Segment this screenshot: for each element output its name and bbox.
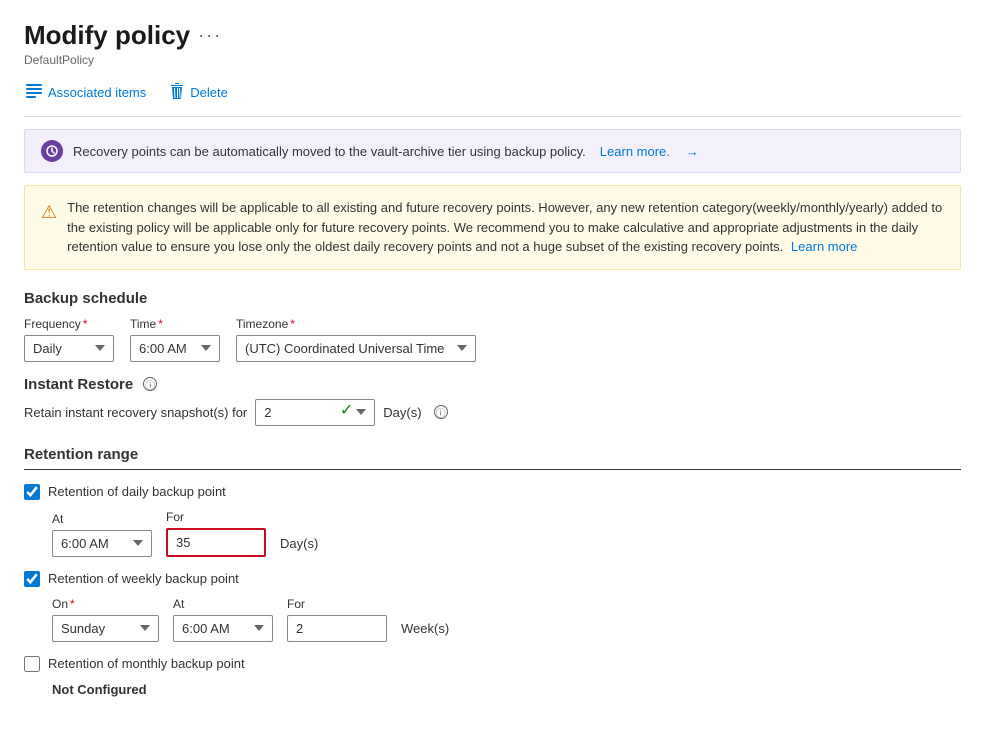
- associated-items-label: Associated items: [48, 85, 146, 100]
- weekly-on-select[interactable]: Sunday Monday Tuesday Wednesday Thursday…: [52, 615, 159, 642]
- weekly-checkbox[interactable]: [24, 571, 40, 587]
- warning-learn-more-link[interactable]: Learn more: [791, 239, 857, 254]
- weekly-at-label: At: [173, 597, 273, 611]
- daily-at-select[interactable]: 6:00 AM: [52, 530, 152, 557]
- delete-button[interactable]: Delete: [168, 79, 230, 106]
- timezone-required: *: [290, 317, 295, 331]
- weekly-inner-row: On * Sunday Monday Tuesday Wednesday Thu…: [52, 597, 961, 642]
- associated-items-button[interactable]: Associated items: [24, 80, 148, 105]
- monthly-not-configured: Not Configured: [52, 682, 961, 697]
- time-group: Time * 6:00 AM: [130, 317, 220, 362]
- time-required: *: [158, 317, 163, 331]
- snapshot-info-icon[interactable]: ⓘ: [434, 405, 448, 419]
- instant-restore-info-icon[interactable]: ⓘ: [143, 377, 157, 391]
- instant-restore-section: Instant Restore ⓘ Retain instant recover…: [24, 376, 961, 426]
- snapshot-days-select[interactable]: 2 1 3 4 5: [255, 399, 375, 426]
- backup-schedule-title: Backup schedule: [24, 290, 961, 307]
- archive-banner-text: Recovery points can be automatically mov…: [73, 144, 586, 159]
- policy-subtitle: DefaultPolicy: [24, 53, 961, 67]
- weekly-checkbox-row: Retention of weekly backup point: [24, 571, 961, 587]
- archive-learn-more-link[interactable]: Learn more.: [600, 144, 670, 159]
- weekly-for-group: For: [287, 597, 387, 642]
- weekly-label: Retention of weekly backup point: [48, 571, 239, 586]
- frequency-select[interactable]: Daily: [24, 335, 114, 362]
- frequency-label: Frequency *: [24, 317, 114, 331]
- instant-restore-title: Instant Restore: [24, 376, 133, 393]
- delete-label: Delete: [190, 85, 228, 100]
- warning-icon: ⚠: [41, 199, 57, 226]
- timezone-select[interactable]: (UTC) Coordinated Universal Time: [236, 335, 476, 362]
- daily-label: Retention of daily backup point: [48, 484, 226, 499]
- weekly-unit: Week(s): [401, 621, 449, 642]
- timezone-label: Timezone *: [236, 317, 476, 331]
- toolbar: Associated items Delete: [24, 79, 961, 116]
- archive-banner: Recovery points can be automatically mov…: [24, 129, 961, 173]
- backup-schedule-row: Frequency * Daily Time * 6:00 AM Timezon…: [24, 317, 961, 362]
- daily-at-group: At 6:00 AM: [52, 512, 152, 557]
- warning-banner: ⚠ The retention changes will be applicab…: [24, 185, 961, 270]
- weekly-at-group: At 6:00 AM: [173, 597, 273, 642]
- timezone-group: Timezone * (UTC) Coordinated Universal T…: [236, 317, 476, 362]
- weekly-on-required: *: [70, 597, 75, 611]
- weekly-for-input[interactable]: [287, 615, 387, 642]
- toolbar-divider: [24, 116, 961, 117]
- daily-checkbox-row: Retention of daily backup point: [24, 484, 961, 500]
- instant-restore-label: Retain instant recovery snapshot(s) for: [24, 405, 247, 420]
- archive-icon: [41, 140, 63, 162]
- daily-at-label: At: [52, 512, 152, 526]
- retention-range-title: Retention range: [24, 446, 961, 470]
- ellipsis-menu[interactable]: ···: [198, 25, 222, 46]
- monthly-checkbox[interactable]: [24, 656, 40, 672]
- warning-text: The retention changes will be applicable…: [67, 198, 944, 257]
- monthly-checkbox-row: Retention of monthly backup point: [24, 656, 961, 672]
- daily-checkbox[interactable]: [24, 484, 40, 500]
- weekly-fields: On * Sunday Monday Tuesday Wednesday Thu…: [52, 597, 961, 642]
- monthly-label: Retention of monthly backup point: [48, 656, 245, 671]
- daily-inner-row: At 6:00 AM For Day(s): [52, 510, 961, 557]
- frequency-group: Frequency * Daily: [24, 317, 114, 362]
- weekly-at-select[interactable]: 6:00 AM: [173, 615, 273, 642]
- daily-fields: At 6:00 AM For Day(s): [52, 510, 961, 557]
- time-select[interactable]: 6:00 AM: [130, 335, 220, 362]
- snapshot-unit: Day(s): [383, 405, 421, 420]
- daily-for-label: For: [166, 510, 266, 524]
- page-header: Modify policy ··· DefaultPolicy: [24, 20, 961, 67]
- frequency-required: *: [83, 317, 88, 331]
- archive-arrow: →: [686, 144, 699, 159]
- delete-icon: [170, 83, 184, 102]
- associated-items-icon: [26, 84, 42, 101]
- page-title: Modify policy ···: [24, 20, 222, 51]
- daily-unit: Day(s): [280, 536, 318, 557]
- daily-for-group: For: [166, 510, 266, 557]
- weekly-on-label: On *: [52, 597, 159, 611]
- time-label: Time *: [130, 317, 220, 331]
- daily-for-input[interactable]: [166, 528, 266, 557]
- instant-restore-row: Retain instant recovery snapshot(s) for …: [24, 399, 961, 426]
- weekly-for-label: For: [287, 597, 387, 611]
- weekly-on-group: On * Sunday Monday Tuesday Wednesday Thu…: [52, 597, 159, 642]
